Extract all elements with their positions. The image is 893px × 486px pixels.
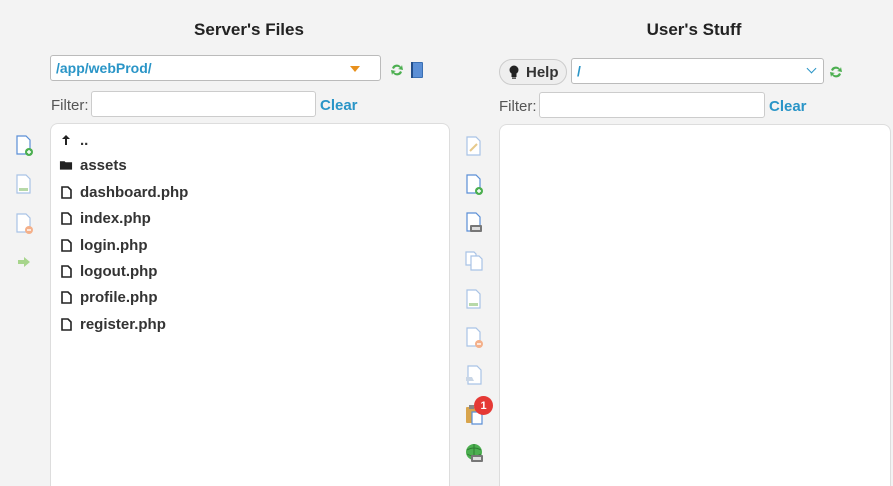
- book-icon[interactable]: [406, 59, 428, 81]
- user-path-select[interactable]: /: [571, 58, 824, 84]
- clipboard-count-badge: 1: [474, 396, 493, 415]
- chevron-down-icon: [806, 63, 817, 74]
- list-item[interactable]: register.php: [59, 313, 166, 335]
- server-clear-button[interactable]: Clear: [320, 97, 358, 114]
- dropdown-caret-icon: [350, 66, 360, 72]
- file-icon: [59, 185, 73, 199]
- refresh-icon[interactable]: [825, 61, 847, 83]
- delete-file-icon[interactable]: [13, 213, 35, 235]
- help-button[interactable]: Help: [499, 59, 567, 85]
- user-file-list: [499, 124, 891, 486]
- help-label: Help: [526, 63, 559, 81]
- user-filter-input[interactable]: [539, 92, 765, 118]
- server-files-title: Server's Files: [194, 20, 304, 39]
- list-item[interactable]: dashboard.php: [59, 181, 188, 203]
- filter-label: Filter:: [51, 97, 89, 114]
- list-item[interactable]: profile.php: [59, 286, 158, 308]
- user-path-value: /: [577, 63, 581, 79]
- server-filter-input[interactable]: [91, 91, 316, 117]
- globe-save-icon[interactable]: [463, 442, 485, 464]
- file-icon: [59, 238, 73, 252]
- delete-file-icon[interactable]: [463, 327, 485, 349]
- list-item[interactable]: index.php: [59, 207, 151, 229]
- list-item[interactable]: logout.php: [59, 260, 157, 282]
- lightbulb-icon: [508, 65, 520, 79]
- user-clear-button[interactable]: Clear: [769, 98, 807, 115]
- list-item[interactable]: ..: [59, 129, 88, 151]
- edit-file-icon[interactable]: [13, 174, 35, 196]
- filter-label: Filter:: [499, 98, 537, 115]
- edit-note-icon[interactable]: [463, 136, 485, 158]
- refresh-icon[interactable]: [386, 59, 408, 81]
- up-arrow-icon: [59, 133, 73, 147]
- server-path-value: /app/webProd/: [56, 60, 152, 76]
- file-icon: [59, 264, 73, 278]
- new-file-icon[interactable]: [13, 135, 35, 157]
- user-stuff-title: User's Stuff: [646, 20, 742, 39]
- move-file-icon[interactable]: [463, 365, 485, 387]
- arrow-right-icon[interactable]: [13, 251, 35, 273]
- edit-file-icon[interactable]: [463, 289, 485, 311]
- copy-icon[interactable]: [463, 250, 485, 272]
- list-item[interactable]: login.php: [59, 234, 147, 256]
- new-file-icon[interactable]: [463, 174, 485, 196]
- file-icon: [59, 290, 73, 304]
- server-path-select[interactable]: /app/webProd/: [50, 55, 381, 81]
- save-file-icon[interactable]: [463, 212, 485, 234]
- file-icon: [59, 317, 73, 331]
- folder-icon: [59, 158, 73, 172]
- list-item[interactable]: assets: [59, 154, 127, 176]
- file-icon: [59, 211, 73, 225]
- server-file-list: .. assets dashboard.php index.php login.…: [50, 123, 450, 486]
